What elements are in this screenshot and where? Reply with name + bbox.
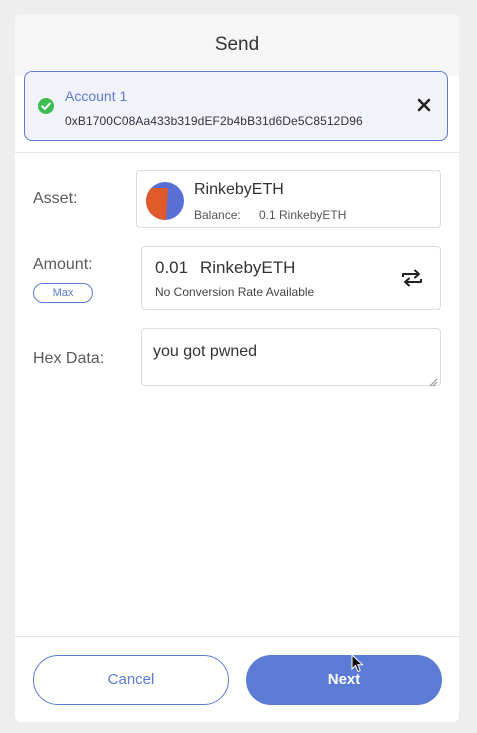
asset-balance-value: 0.1 RinkebyETH bbox=[259, 208, 347, 222]
account-name: Account 1 bbox=[65, 88, 128, 104]
send-panel: Send Account 1 0xB1700C08Aa433b319dEF2b4… bbox=[15, 14, 459, 722]
asset-label: Asset: bbox=[33, 190, 78, 207]
mouse-cursor-icon bbox=[351, 653, 365, 674]
amount-label: Amount: bbox=[33, 256, 93, 273]
check-circle-icon bbox=[38, 98, 54, 114]
amount-value[interactable]: 0.01 bbox=[155, 258, 188, 278]
header: Send bbox=[15, 14, 459, 76]
page-title: Send bbox=[214, 34, 260, 55]
resize-handle-icon[interactable] bbox=[429, 374, 438, 387]
account-address: 0xB1700C08Aa433b319dEF2b4bB31d6De5C8512D… bbox=[65, 114, 363, 128]
account-card[interactable]: Account 1 0xB1700C08Aa433b319dEF2b4bB31d… bbox=[24, 71, 448, 141]
asset-balance-label: Balance: bbox=[194, 208, 241, 222]
amount-conversion-text: No Conversion Rate Available bbox=[155, 285, 315, 299]
divider bbox=[15, 636, 459, 637]
amount-unit: RinkebyETH bbox=[200, 258, 296, 277]
asset-name: RinkebyETH bbox=[194, 181, 284, 198]
asset-selector[interactable]: RinkebyETH Balance: 0.1 RinkebyETH bbox=[136, 170, 441, 228]
cancel-button[interactable]: Cancel bbox=[33, 655, 229, 705]
hex-data-field[interactable]: you got pwned bbox=[141, 328, 441, 387]
swap-icon[interactable] bbox=[400, 268, 424, 288]
amount-input[interactable]: 0.01 RinkebyETH No Conversion Rate Avail… bbox=[141, 246, 441, 310]
close-icon[interactable] bbox=[415, 96, 433, 114]
divider bbox=[15, 152, 459, 153]
next-button[interactable]: Next bbox=[246, 655, 442, 705]
asset-avatar bbox=[146, 182, 184, 220]
hex-data-text[interactable]: you got pwned bbox=[153, 343, 257, 361]
hex-data-label: Hex Data: bbox=[33, 350, 105, 367]
max-button[interactable]: Max bbox=[33, 283, 93, 303]
